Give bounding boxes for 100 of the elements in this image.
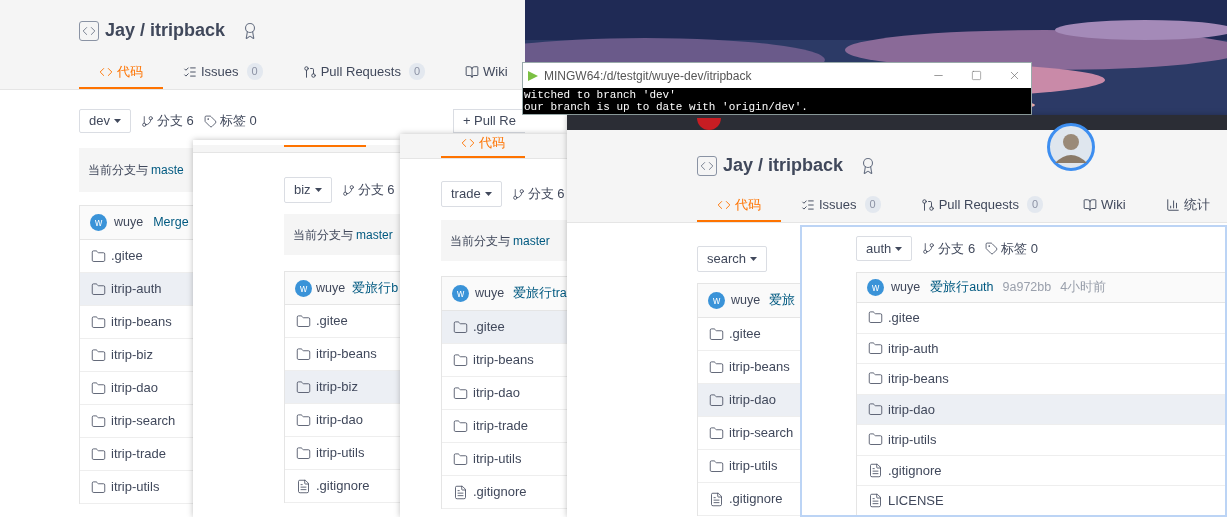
close-icon[interactable] [1008, 69, 1021, 82]
file-row[interactable]: itrip-dao [857, 394, 1225, 425]
repo-icon [79, 20, 99, 41]
maximize-icon[interactable] [971, 70, 982, 81]
folder-icon [91, 380, 106, 396]
branch-count[interactable]: 分支 6 [357, 180, 395, 200]
tag-count[interactable]: 标签 0 [219, 111, 257, 131]
commit-message[interactable]: 爱旅 [769, 291, 796, 310]
file-icon [868, 462, 883, 478]
count-badge: 0 [408, 63, 426, 80]
file-icon [296, 478, 311, 494]
file-row[interactable]: itrip-dao [442, 377, 567, 410]
file-row[interactable]: itrip-trade [442, 410, 567, 443]
file-row[interactable]: itrip-auth [80, 273, 193, 306]
logo-icon [697, 118, 721, 130]
folder-icon [453, 385, 468, 401]
count-badge: 0 [864, 196, 881, 213]
file-row[interactable]: itrip-biz [285, 371, 400, 404]
terminal-app-icon [527, 69, 539, 82]
folder-icon [868, 401, 883, 417]
bar-chart-icon [1165, 197, 1180, 212]
repo-title[interactable]: Jay / itripback [723, 152, 844, 179]
tab[interactable]: Wiki [445, 56, 525, 89]
folder-icon [868, 340, 883, 356]
folder-icon [709, 425, 724, 441]
branch-icon [922, 242, 936, 255]
branch-count[interactable]: 分支 6 [156, 111, 194, 131]
notice-text: 当前分支与 [88, 162, 148, 179]
terminal-line: our branch is up to date with 'origin/dev'. [524, 101, 809, 113]
commit-message[interactable]: 爱旅行auth [930, 278, 994, 297]
caret-icon [314, 188, 322, 192]
master-link[interactable]: master [356, 225, 393, 244]
branch-dropdown[interactable]: auth [856, 236, 913, 261]
caret-icon [895, 246, 903, 251]
commit-author[interactable]: wuye [475, 284, 505, 303]
branch-icon [140, 114, 154, 128]
folder-icon [709, 359, 724, 375]
folder-icon [91, 479, 106, 495]
file-row[interactable]: itrip-beans [285, 338, 400, 371]
file-row[interactable]: .gitignore [442, 476, 567, 509]
window-title: MINGW64:/d/testgit/wuye-dev/itripback [544, 67, 752, 85]
file-icon [709, 491, 724, 507]
avatar[interactable] [1047, 123, 1095, 171]
count-badge: 0 [246, 63, 263, 80]
commit-message[interactable]: Merge [153, 213, 189, 232]
file-row[interactable]: .gitee [285, 305, 400, 338]
tab[interactable]: Pull Requests 0 [282, 56, 446, 89]
folder-icon [91, 446, 106, 462]
tab[interactable]: Issues 0 [781, 189, 901, 222]
master-link[interactable]: master [513, 231, 550, 250]
file-row[interactable]: itrip-dao [285, 404, 400, 437]
master-link[interactable]: maste [151, 161, 184, 179]
notice-text: 当前分支与 [450, 232, 510, 250]
folder-icon [91, 314, 106, 330]
branch-icon [341, 183, 355, 197]
tab[interactable]: Wiki [1063, 189, 1146, 222]
book-icon [465, 64, 480, 79]
file-row[interactable]: itrip-utils [442, 443, 567, 476]
file-row[interactable]: itrip-utils [285, 437, 400, 470]
branch-dropdown[interactable]: biz [284, 177, 332, 203]
file-row[interactable]: .gitee [442, 311, 567, 344]
file-row[interactable]: itrip-dao [698, 384, 800, 417]
branch-count[interactable]: 分支 6 [938, 238, 976, 259]
commit-message[interactable]: 爱旅行b [352, 278, 399, 298]
file-row[interactable]: itrip-beans [442, 344, 567, 377]
commit-author[interactable]: wuye [114, 213, 144, 232]
folder-icon [709, 326, 724, 342]
branch-count[interactable]: 分支 6 [527, 184, 565, 204]
branch-icon [511, 187, 525, 201]
code-icon [461, 136, 475, 150]
checklist-icon [183, 64, 197, 79]
file-icon [868, 493, 883, 509]
checklist-icon [801, 197, 815, 212]
tab[interactable]: Issues 0 [163, 56, 283, 89]
tab[interactable]: Pull Requests 0 [900, 189, 1064, 222]
branch-dropdown[interactable]: trade [441, 181, 502, 207]
folder-icon [453, 451, 468, 467]
folder-icon [296, 346, 311, 362]
pull-request-icon [302, 64, 317, 79]
folder-icon [296, 379, 311, 395]
file-row[interactable]: .gitignore [285, 470, 400, 503]
folder-icon [91, 281, 106, 297]
repo-title[interactable]: Jay / itripback [105, 17, 226, 44]
book-icon [1083, 197, 1098, 212]
folder-icon [868, 371, 883, 387]
branch-dropdown[interactable]: search [697, 246, 768, 272]
commit-author[interactable]: wuye [316, 278, 346, 298]
commit-time: 4小时前 [1060, 279, 1107, 297]
tab[interactable]: 统计 [1145, 189, 1227, 222]
terminal-line: witched to branch 'dev' [524, 89, 677, 101]
commit-author[interactable]: wuye [891, 278, 921, 297]
branch-dropdown[interactable]: dev [79, 109, 131, 133]
repo-icon [697, 155, 717, 176]
folder-icon [453, 352, 468, 368]
tag-count[interactable]: 标签 0 [1001, 238, 1038, 259]
commit-author[interactable]: wuye [731, 291, 761, 310]
file-icon [453, 484, 468, 500]
commit-message[interactable]: 爱旅行tra [513, 284, 567, 303]
folder-icon [296, 412, 311, 428]
notice-text: 当前分支与 [293, 226, 353, 244]
